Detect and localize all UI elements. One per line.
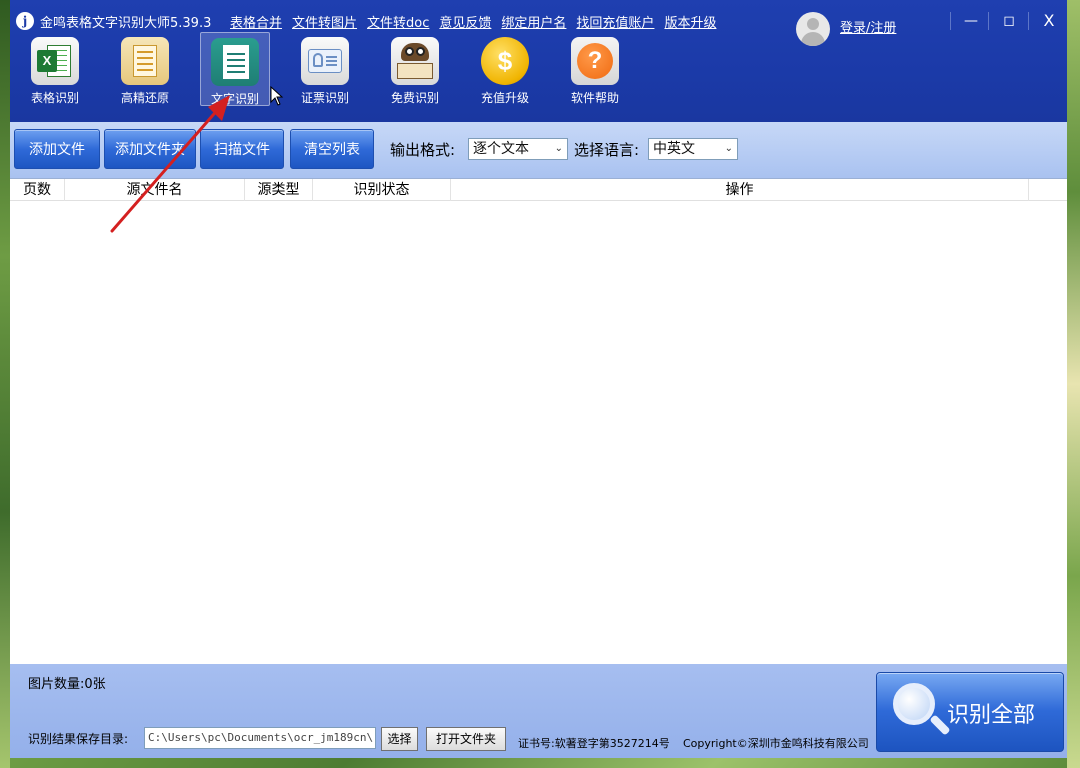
language-select[interactable]: 中英文 ⌄ bbox=[648, 138, 738, 160]
add-file-button[interactable]: 添加文件 bbox=[14, 129, 100, 169]
nav-version-upgrade[interactable]: 版本升级 bbox=[664, 12, 716, 31]
certificate-number: 证书号:软著登字第3527214号 bbox=[518, 737, 670, 750]
window-control-separator bbox=[1028, 12, 1029, 30]
window-control-separator bbox=[950, 12, 951, 30]
tool-certificate-recognition[interactable]: 证票识别 bbox=[290, 32, 360, 106]
tool-label: 证票识别 bbox=[300, 91, 349, 105]
text-document-icon bbox=[211, 38, 259, 86]
column-header-operation[interactable]: 操作 bbox=[451, 179, 1029, 201]
background-right bbox=[1067, 0, 1080, 768]
nav-recover-account[interactable]: 找回充值账户 bbox=[576, 12, 654, 31]
owl-book-icon bbox=[391, 37, 439, 85]
magnifier-icon bbox=[893, 683, 935, 725]
recognize-all-label: 识别全部 bbox=[947, 703, 1036, 728]
nav-file-to-image[interactable]: 文件转图片 bbox=[292, 12, 357, 31]
save-directory-input[interactable]: C:\Users\pc\Documents\ocr_jm189cn\ bbox=[144, 727, 376, 749]
tool-label: 免费识别 bbox=[390, 91, 439, 105]
recognize-all-button[interactable]: 识别全部 bbox=[876, 672, 1064, 752]
tool-free-recognition[interactable]: 免费识别 bbox=[380, 32, 450, 106]
annotation-arrow-icon bbox=[110, 95, 230, 233]
nav-file-to-doc[interactable]: 文件转doc bbox=[367, 12, 429, 31]
user-avatar-icon[interactable] bbox=[796, 12, 830, 46]
column-header-status[interactable]: 识别状态 bbox=[313, 179, 451, 201]
nav-table-merge[interactable]: 表格合并 bbox=[230, 12, 282, 31]
help-question-icon: ? bbox=[571, 37, 619, 85]
tool-label: 充值升级 bbox=[480, 91, 529, 105]
tool-recharge-upgrade[interactable]: $ 充值升级 bbox=[470, 32, 540, 106]
column-header-source-type[interactable]: 源类型 bbox=[245, 179, 313, 201]
app-title: 金鸣表格文字识别大师5.39.3 bbox=[40, 16, 212, 31]
layout-restore-icon bbox=[121, 37, 169, 85]
language-label: 选择语言: bbox=[574, 141, 640, 159]
language-value: 中英文 bbox=[653, 141, 695, 157]
id-card-icon bbox=[301, 37, 349, 85]
image-count: 图片数量:0张 bbox=[28, 677, 106, 692]
chevron-down-icon: ⌄ bbox=[724, 143, 733, 154]
tool-software-help[interactable]: ? 软件帮助 bbox=[560, 32, 630, 106]
output-format-label: 输出格式: bbox=[390, 141, 456, 159]
tool-label: 软件帮助 bbox=[570, 91, 619, 105]
clear-list-button[interactable]: 清空列表 bbox=[290, 129, 374, 169]
output-format-select[interactable]: 逐个文本 ⌄ bbox=[468, 138, 568, 160]
file-list-table[interactable]: 页数 源文件名 源类型 识别状态 操作 bbox=[10, 178, 1067, 664]
choose-directory-button[interactable]: 选择 bbox=[381, 727, 418, 751]
mouse-cursor-icon bbox=[270, 86, 284, 106]
save-directory-label: 识别结果保存目录: bbox=[28, 732, 129, 746]
dollar-coin-icon: $ bbox=[481, 37, 529, 85]
nav-feedback[interactable]: 意见反馈 bbox=[439, 12, 491, 31]
column-header-pages[interactable]: 页数 bbox=[10, 179, 65, 201]
chevron-down-icon: ⌄ bbox=[554, 143, 563, 154]
tool-table-recognition[interactable]: X 表格识别 bbox=[20, 32, 90, 106]
nav-bind-username[interactable]: 绑定用户名 bbox=[501, 12, 566, 31]
tool-label: 表格识别 bbox=[30, 91, 79, 105]
login-register-link[interactable]: 登录/注册 bbox=[840, 17, 896, 36]
status-footer: 图片数量:0张 识别结果保存目录: C:\Users\pc\Documents\… bbox=[10, 664, 1067, 758]
window-control-separator bbox=[988, 12, 989, 30]
copyright-text: Copyright©深圳市金鸣科技有限公司 bbox=[683, 737, 869, 750]
top-nav: 表格合并 文件转图片 文件转doc 意见反馈 绑定用户名 找回充值账户 版本升级 bbox=[230, 12, 726, 31]
minimize-button[interactable]: — bbox=[954, 8, 988, 34]
output-format-value: 逐个文本 bbox=[473, 141, 529, 157]
maximize-button[interactable]: ◻ bbox=[992, 8, 1026, 34]
background-left bbox=[0, 0, 10, 768]
excel-icon: X bbox=[31, 37, 79, 85]
open-folder-button[interactable]: 打开文件夹 bbox=[426, 727, 506, 751]
app-logo-icon: j bbox=[16, 12, 34, 30]
close-button[interactable]: X bbox=[1032, 8, 1066, 34]
